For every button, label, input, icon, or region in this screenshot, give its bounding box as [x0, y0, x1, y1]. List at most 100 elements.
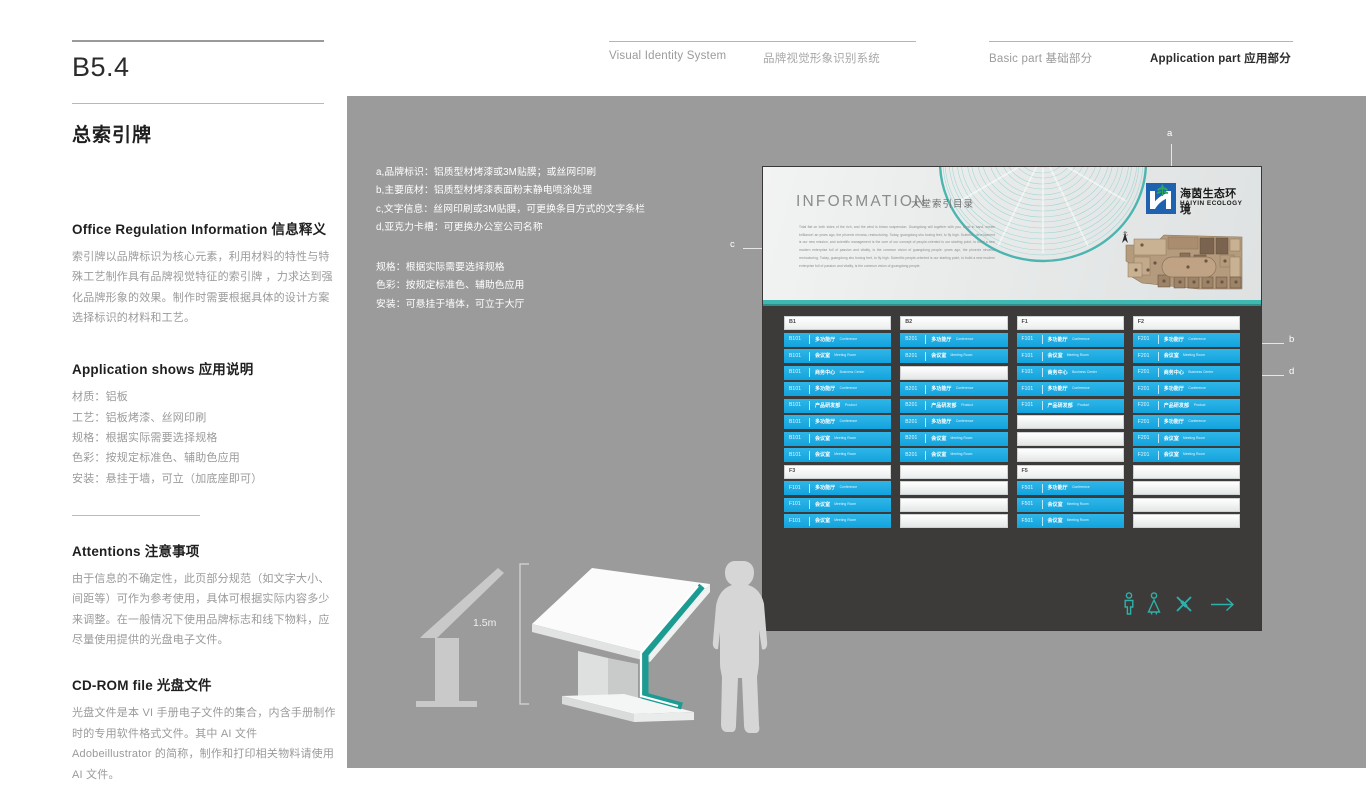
board-info-body: Tidal flat on both sides of the rich, an… [799, 225, 995, 268]
directory-group-header: F3 [784, 464, 892, 479]
room-name-cn: 会议室 [1047, 501, 1063, 508]
directory-row[interactable]: F101 产品研发部 Product [1016, 398, 1124, 413]
room-name-en: Conference [839, 336, 858, 341]
teal-divider-band-shadow [763, 304, 1261, 306]
room-number: F101 [1021, 385, 1034, 392]
room-name-cn: 会议室 [1047, 353, 1063, 360]
directory-row[interactable]: B101 多功能厅 Conference [784, 332, 892, 347]
directory-row[interactable]: B201 多功能厅 Conference [900, 415, 1008, 429]
room-name-en: Conference [1072, 485, 1090, 490]
room-name-cn: 多功能厅 [815, 386, 836, 393]
section-heading-application-shows: Application shows 应用说明 [72, 362, 254, 378]
directory-row[interactable]: F101 会议室 Meeting Room [1016, 349, 1124, 363]
directory-row[interactable]: F201 会议室 Meeting Room [1132, 448, 1240, 462]
directory-row[interactable]: F501 会议室 Meeting Room [1016, 514, 1124, 528]
directory-group-label: B1 [789, 319, 796, 326]
section-body-office-regulation: 索引牌以品牌标识为核心元素，利用材料的特性与特殊工艺制作具有品牌视觉特征的索引牌… [72, 251, 333, 325]
room-name-en: Meeting Room [834, 353, 857, 358]
directory-columns: B1 B101 多功能厅 Conference B101 会议室 Meeting Room B… [784, 316, 1240, 531]
directory-row[interactable]: B201 会议室 Meeting Room [900, 349, 1008, 363]
directory-row[interactable]: F201 多功能厅 Conference [1132, 415, 1240, 429]
directory-row[interactable]: B201 多功能厅 Conference [900, 332, 1008, 347]
page-code: B5.4 [72, 52, 130, 82]
presentation-stage: a,品牌标识：铝质型材烤漆或3M贴膜；或丝网印刷 b,主要底材：铝质型材烤漆表面… [347, 96, 1366, 768]
directory-row[interactable]: F101 多功能厅 Conference [1016, 332, 1124, 347]
directory-row[interactable]: B101 多功能厅 Conference [784, 415, 892, 429]
directory-row[interactable]: B201 会议室 Meeting Room [900, 448, 1008, 462]
directory-row[interactable]: F101 多功能厅 Conference [784, 481, 892, 495]
row-separator [809, 384, 810, 394]
directory-row[interactable]: F201 多功能厅 Conference [1132, 382, 1240, 396]
directory-group-header: F5 [1016, 464, 1124, 479]
directory-row[interactable]: B201 多功能厅 Conference [900, 382, 1008, 396]
directory-row-empty [1132, 514, 1240, 528]
room-number: B201 [905, 418, 918, 425]
directory-row[interactable]: B201 会议室 Meeting Room [900, 431, 1008, 446]
row-separator [809, 351, 810, 361]
spec-part-a: a,品牌标识：铝质型材烤漆或3M贴膜；或丝网印刷 [376, 167, 597, 178]
room-number: F101 [789, 501, 801, 508]
room-name-en: Business Center [839, 369, 865, 374]
room-number: B201 [905, 451, 918, 458]
section-body-cdrom-file: 光盘文件是本 VI 手册电子文件的集合，内含手册制作时的专用软件格式文件。其中 … [72, 707, 336, 781]
room-name-en: Meeting Room [1066, 518, 1089, 523]
room-number: B101 [789, 435, 802, 442]
directory-row-empty [900, 514, 1008, 528]
directory-row[interactable]: F501 会议室 Meeting Room [1016, 497, 1124, 512]
room-name-cn: 会议室 [815, 435, 831, 442]
application-line: 色彩：按规定标准色、辅助色应用 [72, 452, 240, 465]
room-name-cn: 会议室 [1047, 518, 1063, 525]
room-name-en: Conference [839, 419, 858, 424]
room-name-en: Conference [839, 386, 858, 391]
room-name-en: Conference [955, 419, 974, 424]
directory-group-label: F2 [1137, 319, 1145, 326]
directory-group-header: F1 [1016, 316, 1124, 330]
room-name-en: Product [1077, 402, 1090, 407]
room-name-cn: 会议室 [1163, 435, 1179, 442]
directory-row[interactable]: B201 产品研发部 Product [900, 398, 1008, 413]
directory-row[interactable]: F101 会议室 Meeting Room [784, 497, 892, 512]
room-name-cn: 多功能厅 [931, 419, 952, 426]
directory-row[interactable]: B101 会议室 Meeting Room [784, 431, 892, 446]
room-number: F101 [789, 517, 801, 524]
room-name-cn: 产品研发部 [1163, 402, 1190, 409]
board-info-title-cn: 大堂索引目录 [911, 199, 975, 210]
directory-group-header [900, 464, 1008, 479]
room-name-en: Conference [839, 485, 858, 490]
pictogram-row [1124, 592, 1235, 615]
directory-group-label: B2 [905, 319, 913, 326]
room-name-cn: 多功能厅 [931, 336, 952, 343]
room-number: B201 [905, 336, 918, 343]
directory-group-header: F2 [1132, 316, 1240, 330]
directory-row[interactable]: F101 会议室 Meeting Room [784, 514, 892, 528]
directory-column: B1 B101 多功能厅 Conference B101 会议室 Meeting Room B… [784, 316, 892, 531]
directory-row[interactable]: F101 商务中心 Business Center [1016, 365, 1124, 380]
row-separator [925, 351, 927, 361]
room-name-cn: 会议室 [815, 452, 831, 459]
directory-row[interactable]: F201 会议室 Meeting Room [1132, 349, 1240, 363]
directory-row[interactable]: B101 产品研发部 Product [784, 398, 892, 413]
directory-row[interactable]: F201 产品研发部 Product [1132, 398, 1240, 413]
spec-part-d: d,亚克力卡槽：可更换办公室公司名称 [376, 222, 543, 234]
nav-application-part[interactable]: Application part 应用部分 [1150, 50, 1291, 66]
room-name-cn: 商务中心 [1047, 369, 1068, 376]
row-separator [925, 450, 927, 460]
directory-group-header [1132, 464, 1240, 479]
directory-row[interactable]: F501 多功能厅 Conference [1016, 481, 1124, 495]
directory-row[interactable]: B101 会议室 Meeting Room [784, 349, 892, 363]
directory-row[interactable]: B101 商务中心 Business Center [784, 365, 892, 380]
directory-group-header: B2 [900, 316, 1008, 330]
directory-row[interactable]: F201 多功能厅 Conference [1132, 332, 1240, 347]
directory-row[interactable]: B101 多功能厅 Conference [784, 382, 892, 396]
directory-row[interactable]: F101 多功能厅 Conference [1016, 382, 1124, 396]
room-name-cn: 多功能厅 [815, 485, 836, 492]
directory-row[interactable]: F201 商务中心 Business Center [1132, 365, 1240, 380]
directory-row[interactable]: B101 会议室 Meeting Room [784, 448, 892, 462]
directory-sign-board[interactable]: INFORMATION 大堂索引目录 Tidal flat on both si… [763, 167, 1261, 630]
row-separator [1041, 401, 1043, 410]
callout-label-d: d [1289, 366, 1295, 377]
nav-basic-part[interactable]: Basic part 基础部分 [989, 50, 1092, 66]
room-name-cn: 商务中心 [1163, 369, 1184, 376]
directory-row[interactable]: F201 会议室 Meeting Room [1132, 431, 1240, 446]
page-title: 总索引牌 [72, 125, 153, 146]
